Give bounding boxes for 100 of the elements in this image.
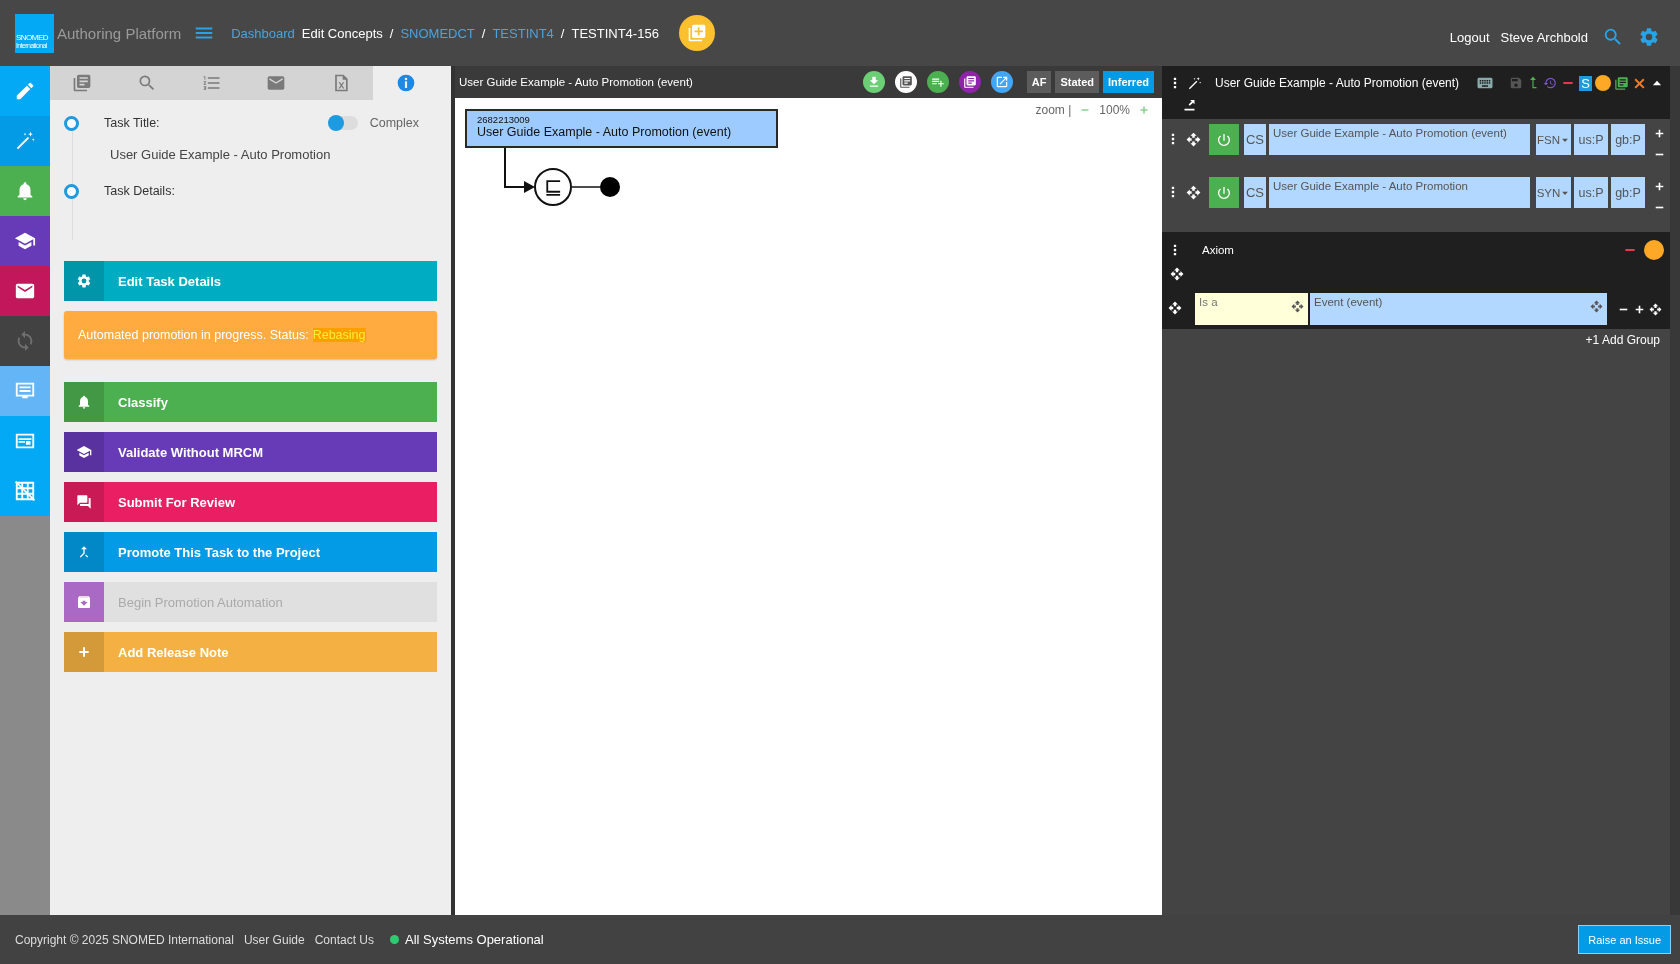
action-button[interactable]: Validate Without MRCM bbox=[64, 432, 437, 472]
action-button[interactable]: Promote This Task to the Project bbox=[64, 532, 437, 572]
graduation-cap-icon bbox=[14, 230, 36, 252]
action-button[interactable]: Edit Task Details bbox=[64, 261, 437, 301]
concept-id: 2682213009 bbox=[477, 114, 531, 125]
move-icon bbox=[1291, 300, 1304, 313]
footer-link[interactable]: User Guide bbox=[243, 932, 305, 947]
wand-icon[interactable] bbox=[1187, 75, 1202, 91]
raise-issue-button[interactable]: Raise an Issue bbox=[1578, 925, 1671, 954]
task-title-label: Task Title: bbox=[104, 116, 160, 130]
user-name[interactable]: Steve Archbold bbox=[1500, 29, 1588, 45]
export-icon[interactable] bbox=[1182, 98, 1197, 113]
move-icon[interactable] bbox=[1168, 301, 1182, 315]
status-dot bbox=[1595, 75, 1611, 91]
diagram-title: User Guide Example - Auto Promotion (event) bbox=[459, 76, 693, 88]
diagram-tool-button[interactable] bbox=[958, 71, 981, 93]
library-icon[interactable] bbox=[1614, 75, 1629, 91]
copyright-text: Copyright © 2025 SNOMED International bbox=[15, 932, 234, 947]
attribute-dot bbox=[600, 177, 620, 197]
action-button[interactable]: Classify bbox=[64, 382, 437, 422]
move-icon[interactable] bbox=[1649, 302, 1662, 316]
plus-icon bbox=[76, 644, 92, 660]
move-icon[interactable] bbox=[1170, 267, 1184, 281]
status-dot bbox=[390, 935, 399, 944]
wand-icon bbox=[14, 130, 36, 152]
view-toggle[interactable]: Inferred bbox=[1103, 71, 1154, 93]
term-field[interactable]: User Guide Example - Auto Promotion (event) bbox=[1269, 124, 1530, 155]
active-toggle[interactable] bbox=[1209, 177, 1239, 208]
copy-icon bbox=[898, 75, 913, 89]
archive-box-icon bbox=[76, 594, 92, 610]
complex-toggle[interactable] bbox=[327, 116, 358, 130]
acceptability-field[interactable]: us:P bbox=[1574, 177, 1608, 208]
chat-icon bbox=[76, 494, 92, 510]
breadcrumb-current: TESTINT4-156 bbox=[571, 25, 659, 41]
status-dot bbox=[1644, 240, 1664, 260]
case-field[interactable]: CS bbox=[1244, 124, 1266, 155]
acceptability-field[interactable]: us:P bbox=[1574, 124, 1608, 155]
settings-icon[interactable] bbox=[1638, 26, 1660, 48]
timeline-dot bbox=[64, 183, 79, 199]
mail-icon bbox=[266, 73, 287, 93]
acceptability-field[interactable]: gb:P bbox=[1611, 177, 1645, 208]
task-title-value: User Guide Example - Auto Promotion bbox=[110, 147, 332, 162]
add-task-button[interactable] bbox=[678, 15, 715, 51]
history-icon[interactable] bbox=[1543, 76, 1557, 90]
diagram-tool-button[interactable] bbox=[862, 71, 885, 93]
breadcrumb-separator: / bbox=[389, 25, 394, 41]
move-icon[interactable] bbox=[1186, 132, 1201, 147]
power-icon bbox=[1216, 184, 1232, 201]
view-toggle[interactable]: Stated bbox=[1055, 71, 1100, 93]
axiom-label: Axiom bbox=[1202, 244, 1234, 256]
move-icon[interactable] bbox=[1186, 185, 1201, 200]
footer-link[interactable]: Contact Us bbox=[314, 932, 374, 947]
toggle-label: Complex bbox=[369, 116, 419, 130]
zoom-value: 100% bbox=[1099, 103, 1130, 117]
concept-term: User Guide Example - Auto Promotion (event) bbox=[477, 125, 733, 139]
plus-icon[interactable] bbox=[1653, 180, 1666, 193]
breadcrumb-separator: / bbox=[481, 25, 486, 41]
term-field[interactable]: User Guide Example - Auto Promotion bbox=[1269, 177, 1530, 208]
plus-icon[interactable] bbox=[1653, 127, 1666, 140]
acceptability-field[interactable]: gb:P bbox=[1611, 124, 1645, 155]
diagram-tool-button[interactable] bbox=[990, 71, 1013, 93]
view-toggle[interactable]: AF bbox=[1026, 71, 1052, 93]
timeline-dot bbox=[64, 115, 79, 131]
grid-icon bbox=[14, 480, 36, 502]
app-name: Authoring Platform bbox=[57, 24, 182, 42]
numbered-list-icon bbox=[201, 73, 222, 93]
bell-icon bbox=[76, 394, 92, 410]
active-toggle[interactable] bbox=[1209, 124, 1239, 155]
task-details-label: Task Details: bbox=[104, 184, 175, 198]
action-button[interactable]: Submit For Review bbox=[64, 482, 437, 522]
add-group-link[interactable]: +1 Add Group bbox=[1585, 333, 1660, 347]
breadcrumb-link[interactable]: TESTINT4 bbox=[492, 25, 554, 41]
relationship-type-field[interactable]: Is a bbox=[1195, 293, 1308, 325]
nav-rail-item[interactable] bbox=[0, 216, 50, 266]
relation-node: ⊑ bbox=[534, 168, 572, 206]
badge[interactable]: S bbox=[1579, 75, 1592, 91]
relationship-target-field[interactable]: Event (event) bbox=[1310, 293, 1607, 325]
info-icon bbox=[395, 73, 416, 93]
logo-text: SNOMED bbox=[16, 32, 50, 42]
case-field[interactable]: CS bbox=[1244, 177, 1266, 208]
search-icon[interactable] bbox=[1602, 26, 1624, 48]
open-window-icon bbox=[994, 75, 1009, 89]
library-icon bbox=[962, 75, 977, 89]
graduation-cap-icon bbox=[76, 444, 92, 460]
system-status: All Systems Operational bbox=[405, 932, 544, 947]
breadcrumb-link[interactable]: Dashboard bbox=[231, 25, 295, 41]
breadcrumb-item[interactable]: Edit Concepts bbox=[301, 25, 383, 41]
nav-rail-item[interactable] bbox=[0, 266, 50, 316]
connector-line bbox=[571, 186, 601, 188]
diagram-tool-button[interactable] bbox=[894, 71, 917, 93]
stack-icon bbox=[72, 73, 93, 93]
concept-node[interactable]: 2682213009 User Guide Example - Auto Promotion (event) bbox=[465, 109, 778, 148]
logout-link[interactable]: Logout bbox=[1449, 29, 1490, 45]
breadcrumb-link[interactable]: SNOMEDCT bbox=[400, 25, 475, 41]
connector-arrow bbox=[504, 147, 535, 193]
type-dropdown[interactable]: FSN bbox=[1536, 124, 1571, 155]
type-dropdown[interactable]: SYN bbox=[1536, 177, 1571, 208]
search-icon bbox=[137, 73, 157, 93]
diagram-tool-button[interactable] bbox=[926, 71, 949, 93]
concept-title: User Guide Example - Auto Promotion (event) bbox=[1215, 76, 1460, 90]
